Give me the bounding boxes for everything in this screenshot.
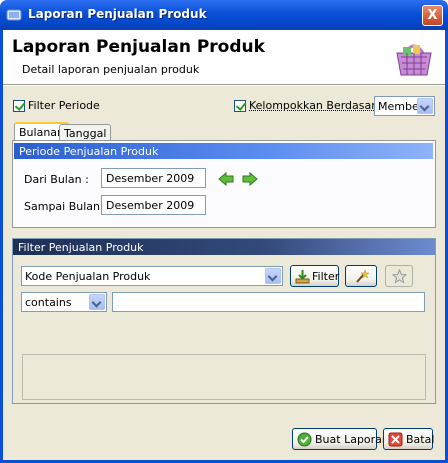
filter-result-area [22, 354, 426, 400]
chevron-down-icon[interactable] [89, 294, 105, 310]
periode-section-header: Periode Penjualan Produk [14, 143, 433, 159]
create-report-button[interactable]: Buat Laporan [292, 428, 389, 450]
filter-button[interactable]: Filter [290, 265, 339, 287]
window-titlebar[interactable]: Laporan Penjualan Produk X [0, 0, 448, 30]
cancel-button-label: Batal [406, 433, 435, 446]
page-title: Laporan Penjualan Produk [12, 37, 265, 57]
header-panel: Laporan Penjualan Produk Detail laporan … [3, 30, 445, 84]
chevron-down-icon[interactable] [417, 98, 433, 114]
to-month-label: Sampai Bulan : [24, 200, 108, 213]
arrow-right-icon[interactable] [242, 171, 258, 187]
filter-field-value: Kode Penjualan Produk [25, 270, 151, 283]
check-circle-icon [297, 432, 312, 447]
filter-section-header: Filter Penjualan Produk [13, 239, 435, 255]
from-month-label: Dari Bulan : [24, 173, 89, 186]
filter-search-input[interactable] [112, 292, 425, 312]
operator-select[interactable]: contains [21, 292, 107, 312]
star-icon [392, 269, 407, 284]
chevron-down-icon[interactable] [265, 268, 281, 284]
close-icon [388, 432, 403, 447]
magic-wand-button[interactable] [345, 265, 377, 287]
from-month-field[interactable]: Desember 2009 [101, 168, 206, 188]
group-by-checkbox[interactable] [234, 100, 246, 112]
window-title: Laporan Penjualan Produk [28, 7, 207, 21]
to-month-field[interactable]: Desember 2009 [101, 195, 206, 215]
group-by-select[interactable]: Member [374, 96, 435, 116]
app-icon [6, 9, 22, 21]
cancel-button[interactable]: Batal [383, 428, 435, 450]
filter-button-label: Filter [312, 270, 340, 283]
magic-wand-icon [356, 269, 369, 283]
close-button[interactable]: X [422, 5, 443, 26]
page-subtitle: Detail laporan penjualan produk [22, 63, 200, 76]
filter-download-icon [295, 270, 310, 284]
filter-periode-checkbox[interactable] [13, 100, 25, 112]
shopping-basket-icon [396, 44, 432, 76]
create-report-label: Buat Laporan [315, 433, 389, 446]
arrow-left-icon[interactable] [218, 171, 234, 187]
filter-field-select[interactable]: Kode Penjualan Produk [21, 266, 283, 286]
operator-value: contains [25, 296, 72, 309]
favorite-button[interactable] [385, 265, 413, 287]
filter-periode-label[interactable]: Filter Periode [28, 99, 100, 112]
